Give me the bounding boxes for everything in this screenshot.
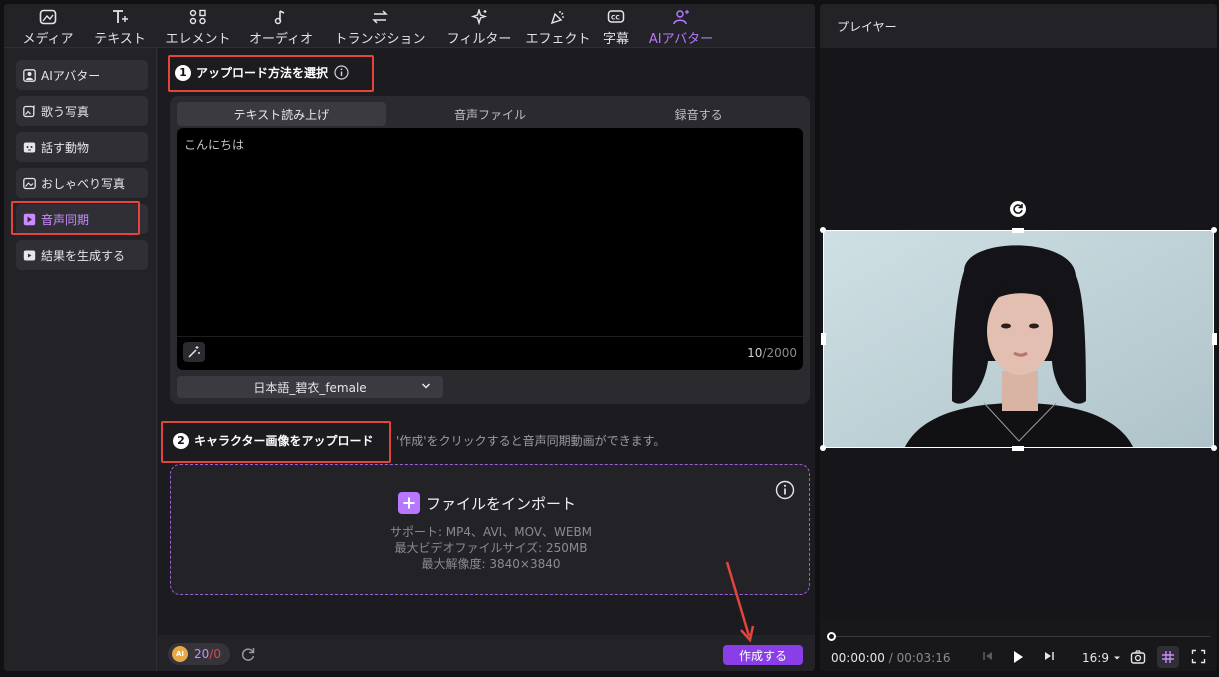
lip-sync-icon: [22, 212, 36, 226]
sidebar-item-lip-sync[interactable]: 音声同期: [16, 204, 148, 234]
avatar-icon: [22, 68, 36, 82]
generate-icon: [22, 248, 36, 262]
elements-icon: [188, 8, 208, 26]
fullscreen-icon[interactable]: [1191, 649, 1206, 664]
tab-text-to-speech[interactable]: テキスト読み上げ: [177, 102, 386, 126]
tab-record[interactable]: 録音する: [594, 102, 803, 126]
credits-badge: AI 20/0: [168, 643, 230, 665]
player-header: プレイヤー: [820, 4, 1217, 48]
upload-method-card: テキスト読み上げ 音声ファイル 録音する こんにちは 10/2000 日本語_碧…: [170, 96, 810, 404]
magic-wand-icon[interactable]: [183, 342, 205, 362]
max-resolution: 最大解像度: 3840×3840: [421, 557, 561, 571]
sidebar-item-talking-animal[interactable]: 話す動物: [16, 132, 148, 162]
toolbar-item-elements[interactable]: エレメント: [156, 4, 240, 47]
toolbar-item-filter[interactable]: フィルター: [438, 4, 520, 47]
subtitle-icon: CC: [606, 8, 626, 26]
upload-method-tabs: テキスト読み上げ 音声ファイル 録音する: [177, 102, 803, 126]
max-file-size: 最大ビデオファイルサイズ: 250MB: [394, 541, 588, 555]
player-title: プレイヤー: [837, 20, 897, 34]
resize-handle-top-left[interactable]: [820, 227, 826, 233]
resize-handle-bottom[interactable]: [1012, 446, 1024, 451]
filter-icon: [469, 8, 489, 26]
plus-icon[interactable]: [398, 492, 420, 514]
import-file-label[interactable]: ファイルをインポート: [426, 493, 576, 514]
image-drop-zone[interactable]: ファイルをインポート サポート: MP4、AVI、MOV、WEBM 最大ビデオフ…: [170, 464, 810, 595]
playback-progress-bar[interactable]: [827, 632, 1210, 641]
media-icon: [38, 8, 58, 26]
audio-icon: [271, 8, 291, 26]
textarea-divider: [177, 336, 803, 337]
sidebar-item-ai-avatar[interactable]: AIアバター: [16, 60, 148, 90]
step1-number: 1: [175, 64, 191, 81]
step1-title: 1 アップロード方法を選択: [175, 64, 349, 81]
script-text[interactable]: こんにちは: [184, 136, 244, 153]
sidebar: AIアバター 歌う写真 話す動物 おしゃべり写真 音声同期 結果を生成する: [4, 48, 157, 671]
svg-text:CC: CC: [611, 15, 620, 22]
toolbar-item-media[interactable]: メディア: [12, 4, 84, 47]
resize-handle-top[interactable]: [1012, 228, 1024, 233]
singing-photo-icon: [22, 104, 36, 118]
step2-title: 2 キャラクター画像をアップロード: [173, 432, 374, 449]
ai-credit-coin-icon: AI: [172, 646, 188, 662]
create-hint: '作成'をクリックすると音声同期動画ができます。: [396, 434, 666, 448]
top-toolbar: メディア テキスト エレメント オーディオ トランジション フィルター エフェク…: [4, 4, 815, 48]
toolbar-item-effect[interactable]: エフェクト: [520, 4, 596, 47]
sidebar-item-talking-photo[interactable]: おしゃべり写真: [16, 168, 148, 198]
info-icon[interactable]: [775, 480, 795, 503]
resize-handle-top-right[interactable]: [1211, 227, 1217, 233]
resize-handle-bottom-right[interactable]: [1211, 445, 1217, 451]
editor-panel: メディア テキスト エレメント オーディオ トランジション フィルター エフェク…: [4, 4, 815, 671]
refresh-icon[interactable]: [240, 646, 256, 665]
animal-icon: [22, 140, 36, 154]
create-button[interactable]: 作成する: [723, 645, 803, 665]
ai-avatar-icon: [671, 8, 691, 26]
chevron-down-icon: [421, 380, 431, 395]
transition-icon: [370, 8, 390, 26]
toolbar-item-audio[interactable]: オーディオ: [240, 4, 322, 47]
snapshot-icon[interactable]: [1130, 649, 1146, 665]
play-icon[interactable]: [1011, 649, 1025, 665]
resize-handle-left[interactable]: [821, 333, 826, 345]
time-display: 00:00:00 / 00:03:16: [831, 651, 951, 665]
resize-handle-right[interactable]: [1212, 333, 1217, 345]
photo-icon: [22, 176, 36, 190]
next-frame-icon[interactable]: [1043, 649, 1055, 663]
aspect-ratio-select[interactable]: 16:9: [1082, 651, 1121, 665]
tab-audio-file[interactable]: 音声ファイル: [386, 102, 595, 126]
previous-frame-icon[interactable]: [982, 649, 994, 663]
grid-icon[interactable]: [1157, 646, 1179, 668]
sidebar-item-singing-photo[interactable]: 歌う写真: [16, 96, 148, 126]
voice-select[interactable]: 日本語_碧衣_female: [177, 376, 443, 398]
info-icon[interactable]: [334, 65, 349, 80]
playhead-knob[interactable]: [827, 632, 836, 641]
supported-formats: サポート: MP4、AVI、MOV、WEBM: [389, 525, 593, 539]
resize-handle-bottom-left[interactable]: [820, 445, 826, 451]
toolbar-item-ai-avatar[interactable]: AIアバター: [636, 4, 726, 47]
rotate-icon[interactable]: [1010, 201, 1026, 217]
main-content: 1 アップロード方法を選択 テキスト読み上げ 音声ファイル 録音する こんにちは…: [158, 48, 815, 671]
step2-number: 2: [173, 432, 189, 449]
toolbar-item-transition[interactable]: トランジション: [322, 4, 438, 47]
text-icon: [110, 8, 130, 26]
char-count: 10/2000: [747, 346, 797, 360]
player-panel: プレイヤー 00:00:00 / 00:03:16 16:9: [820, 4, 1217, 671]
sidebar-item-generate-result[interactable]: 結果を生成する: [16, 240, 148, 270]
script-textarea[interactable]: こんにちは 10/2000: [177, 128, 803, 370]
red-arrow-annotation: [725, 561, 755, 643]
caret-down-icon: [1113, 656, 1120, 660]
action-footer: AI 20/0 作成する: [158, 635, 815, 671]
toolbar-item-text[interactable]: テキスト: [84, 4, 156, 47]
portrait-image: [824, 231, 1213, 447]
effect-icon: [548, 8, 568, 26]
preview-image[interactable]: [823, 230, 1214, 448]
toolbar-item-subtitle[interactable]: CC 字幕: [596, 4, 636, 47]
